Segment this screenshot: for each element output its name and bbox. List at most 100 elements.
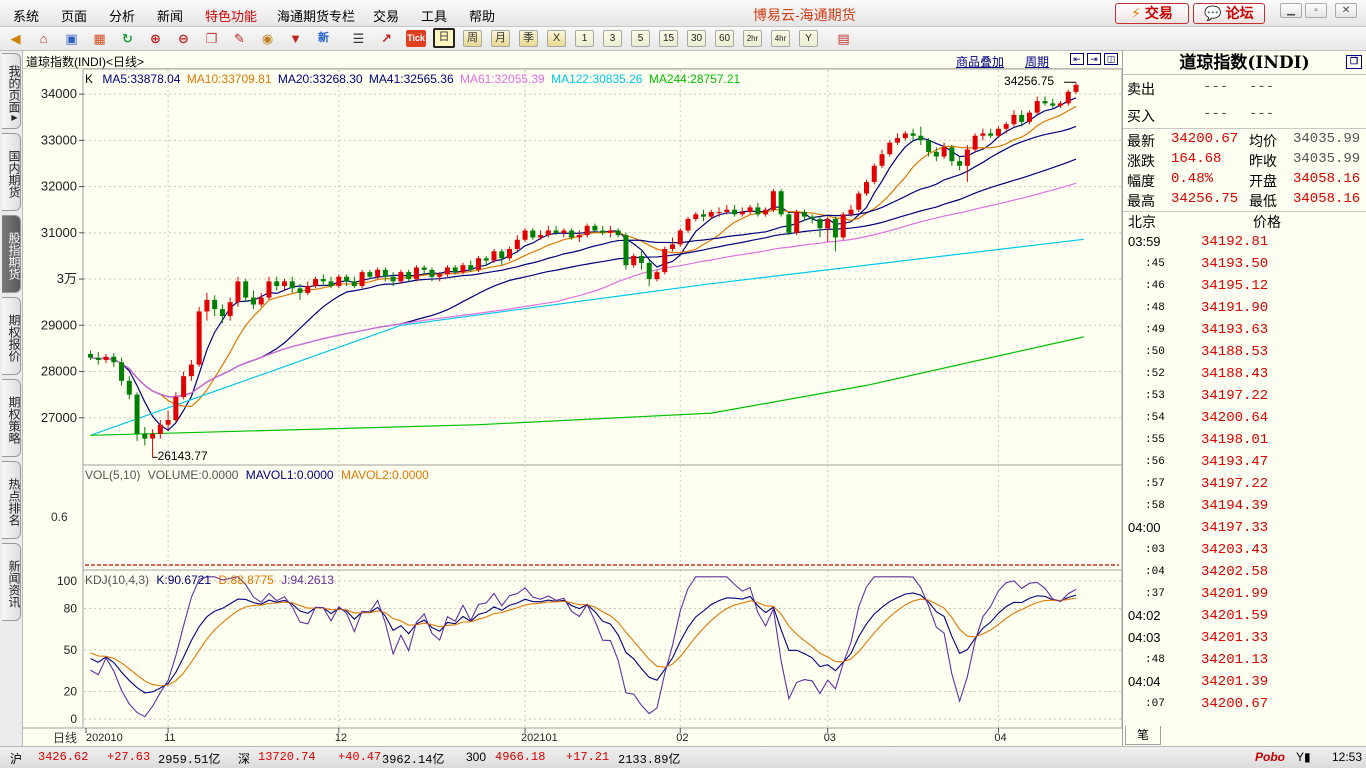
period-5min[interactable]: 5: [631, 30, 650, 47]
sidebar-tab-option-quotes[interactable]: 期权报价: [2, 297, 21, 375]
settings-panel-icon[interactable]: ▤: [835, 30, 852, 47]
period-4hr[interactable]: 4hr: [771, 30, 790, 47]
candle-body: [864, 181, 869, 194]
period-1min[interactable]: 1: [575, 30, 594, 47]
save-icon[interactable]: ▣: [63, 30, 80, 47]
stat-value: 34035.99: [1293, 151, 1361, 167]
period-daily[interactable]: 日: [433, 28, 455, 48]
candle-body: [460, 265, 466, 273]
period-quarterly[interactable]: 季: [519, 30, 538, 47]
menu-haitong-column[interactable]: 海通期货专栏: [277, 6, 355, 25]
zoom-out-icon[interactable]: ⊖: [175, 30, 192, 47]
tab-ticks[interactable]: 笔: [1125, 726, 1161, 745]
refresh-icon[interactable]: ↻: [119, 30, 136, 47]
period-weekly[interactable]: 周: [463, 30, 482, 47]
candle-body: [1034, 101, 1040, 113]
sidebar-tab-option-strategy[interactable]: 期权策略: [2, 379, 21, 457]
sidebar-tab-domestic-futures[interactable]: 国内期货: [2, 133, 21, 211]
forum-button[interactable]: 💬 论坛: [1193, 3, 1265, 24]
kdj-j-label: J:94.2613: [281, 573, 334, 587]
pobo-logo: Pobo: [1255, 750, 1285, 764]
sidebar-tab-label: 国内期货: [7, 150, 21, 198]
filter-icon[interactable]: ▼: [287, 30, 304, 47]
candle-body: [910, 133, 916, 136]
menu-special-features[interactable]: 特色功能: [205, 6, 257, 25]
candle-body: [390, 276, 396, 282]
calendar-icon[interactable]: ▦: [91, 30, 108, 47]
kline-chart[interactable]: 202010 11 12 202101 02 03 04 27000 28000 29000 3万…: [23, 51, 1122, 746]
sidebar-tab-news[interactable]: 新闻资讯: [2, 543, 21, 621]
table-icon[interactable]: ☰: [350, 30, 367, 47]
tick-price: 34202.58: [1201, 564, 1269, 580]
kdj-legend: KDJ(10,4,3) K:90.6721 D:88.8775 J:94.261…: [85, 573, 334, 587]
candle-body: [631, 255, 637, 266]
trade-button[interactable]: ⚡ 交易: [1115, 3, 1189, 24]
period-30min[interactable]: 30: [687, 30, 706, 47]
minimize-button[interactable]: ▁: [1280, 3, 1302, 18]
period-60min[interactable]: 60: [715, 30, 734, 47]
restore-icon[interactable]: ❐: [1346, 55, 1362, 69]
menu-system[interactable]: 系统: [13, 6, 39, 25]
menu-help[interactable]: 帮助: [469, 6, 495, 25]
sidebar-tab-hot-ranking[interactable]: 热点排名: [2, 461, 21, 539]
period-monthly[interactable]: 月: [491, 30, 510, 47]
pencil-icon[interactable]: ✎: [231, 30, 248, 47]
candle-body: [576, 235, 582, 238]
candle-body: [219, 309, 225, 317]
candle-body: [584, 225, 590, 236]
news-icon[interactable]: 新: [315, 30, 332, 47]
tick-time: :37: [1145, 588, 1165, 600]
menu-news[interactable]: 新闻: [157, 6, 183, 25]
tick-price: 34193.50: [1201, 256, 1269, 272]
zoom-in-icon[interactable]: ⊕: [147, 30, 164, 47]
ma-lines: [90, 97, 1084, 436]
palette-icon[interactable]: ◉: [259, 30, 276, 47]
candle-body: [126, 380, 132, 395]
tick-time: :03: [1145, 544, 1165, 556]
menu-trade[interactable]: 交易: [373, 6, 399, 25]
home-icon[interactable]: ⌂: [35, 30, 52, 47]
period-15min[interactable]: 15: [659, 30, 678, 47]
tick-button[interactable]: Tick: [406, 30, 426, 47]
tick-price: 34200.67: [1201, 696, 1269, 712]
stat-label: 最低: [1249, 193, 1277, 209]
app-title: 博易云-海通期货: [753, 7, 856, 23]
candle-body: [957, 161, 963, 166]
candle-body: [507, 249, 513, 259]
back-icon[interactable]: ◀: [7, 30, 24, 47]
mavol1-label: MAVOL1:0.0000: [245, 468, 334, 482]
sell-label: 卖出: [1127, 81, 1155, 97]
candle-body: [964, 149, 970, 166]
period-2hr[interactable]: 2hr: [743, 30, 762, 47]
sh-label: 沪: [10, 752, 23, 766]
mavol2-label: MAVOL2:0.0000: [340, 468, 429, 482]
menu-tools[interactable]: 工具: [421, 6, 447, 25]
buy-volume: ---: [1249, 106, 1275, 122]
kdj-tick-label: 100: [57, 574, 77, 588]
candle-body: [88, 353, 93, 358]
kdj-tick-label: 50: [64, 643, 78, 657]
sidebar-tab-index-futures[interactable]: 股指期货: [2, 215, 21, 293]
tick-time: :58: [1145, 500, 1165, 512]
menu-analysis[interactable]: 分析: [109, 6, 135, 25]
chart-icon[interactable]: ↗: [378, 30, 395, 47]
close-button[interactable]: ✕: [1335, 3, 1357, 18]
window-icon[interactable]: ❐: [203, 30, 220, 47]
candle-body: [685, 218, 691, 231]
candle-body: [375, 269, 381, 277]
period-custom[interactable]: X: [547, 30, 566, 47]
tick-price: 34198.01: [1201, 432, 1269, 448]
candle-body: [173, 396, 179, 421]
candle-body: [468, 265, 474, 270]
period-3min[interactable]: 3: [603, 30, 622, 47]
menu-page[interactable]: 页面: [61, 6, 87, 25]
sidebar-tab-my-pages[interactable]: 我的页面▶: [2, 53, 21, 129]
candle-body: [499, 251, 505, 259]
price-tick-label: 29000: [41, 317, 77, 332]
maximize-button[interactable]: ▫: [1305, 3, 1327, 18]
candle-body: [530, 230, 536, 238]
low-price-label: 26143.77: [157, 449, 208, 464]
candle-body: [313, 279, 319, 286]
high-price-label: 34256.75: [1004, 74, 1055, 89]
period-yearly[interactable]: Y: [799, 30, 818, 47]
